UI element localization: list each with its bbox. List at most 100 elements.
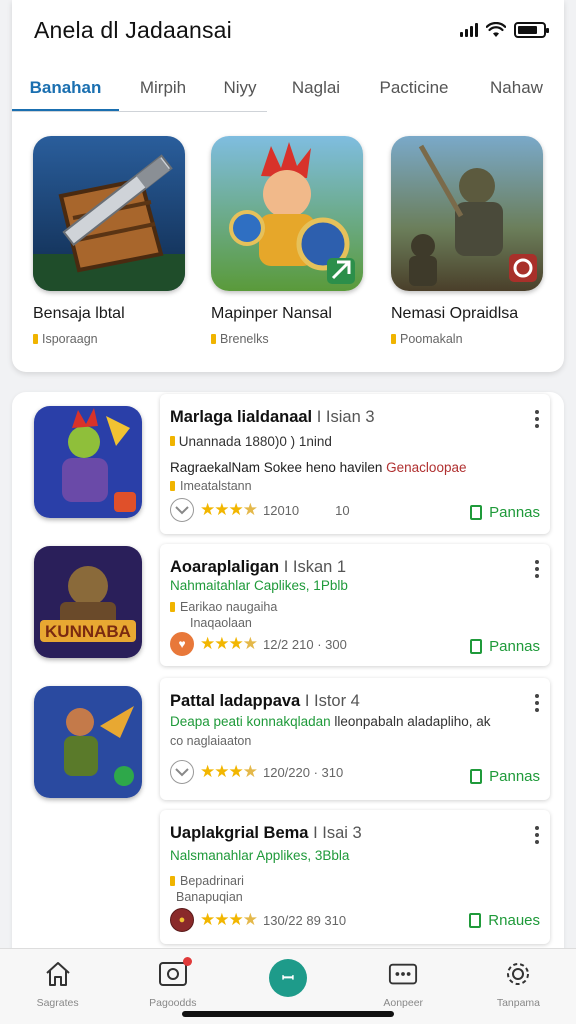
app-tag: Earikao naugaiha xyxy=(170,600,277,614)
app-description: co naglaiaaton xyxy=(170,734,252,748)
home-indicator xyxy=(182,1011,394,1017)
app-tag: Imeatalstann xyxy=(170,479,252,493)
app-title: Marlaga lialdanaal I Isian 3 xyxy=(170,408,375,426)
featured-name: Mapinper Nansal xyxy=(211,305,332,322)
signal-icon xyxy=(460,23,478,37)
app-list: Marlaga lialdanaal I Isian 3 Unannada 18… xyxy=(12,392,564,952)
featured-row: Bensaja lbtal Isporaagn Mapinper Nansal … xyxy=(0,136,576,356)
star-rating: ★★★★ xyxy=(200,762,258,781)
rating-count: 12/2 210 · 300 xyxy=(262,636,347,652)
tag-icon xyxy=(211,334,216,344)
app-card[interactable]: Aoaraplaligan I Iskan 1 Nahmaitahlar Cap… xyxy=(160,544,550,666)
home-icon xyxy=(43,959,73,989)
app-card[interactable]: Uaplakgrial Bema I Isai 3 Nalsmanahlar A… xyxy=(160,810,550,944)
save-button[interactable]: Pannas xyxy=(470,504,540,521)
kunnaba-title-art[interactable]: KUNNABA xyxy=(34,546,142,658)
app-subtag: Banapuqian xyxy=(176,890,243,904)
warrior-army-art xyxy=(391,136,543,291)
battery-icon xyxy=(514,22,549,38)
star-rating: ★★★★ xyxy=(200,910,258,929)
featured-sub-label: Isporaagn xyxy=(42,332,98,346)
featured-card[interactable]: Mapinper Nansal Brenelks xyxy=(211,136,371,346)
crate-sword-art xyxy=(33,136,185,291)
bookmark-icon xyxy=(470,639,483,654)
tab-nahaw[interactable]: Nahaw xyxy=(469,66,564,112)
avatar[interactable]: ● xyxy=(170,908,194,932)
app-meta: Deapa peati konnakqladan lleonpabaln ala… xyxy=(170,714,491,729)
more-options-icon[interactable] xyxy=(534,410,540,428)
tab-banahan[interactable]: Banahan xyxy=(12,66,119,112)
rating-row: ★★★★ 120/220 · 310 xyxy=(170,760,343,784)
bookmark-icon xyxy=(469,913,482,928)
tag-icon xyxy=(170,876,175,886)
center-action-icon: ꟷ xyxy=(269,959,307,997)
check-circle-icon[interactable] xyxy=(170,498,194,522)
app-title: Uaplakgrial Bema I Isai 3 xyxy=(170,824,362,842)
featured-card[interactable]: Nemasi Opraidlsa Poomakaln xyxy=(391,136,551,346)
tab-mirpih[interactable]: Mirpih xyxy=(119,66,207,112)
tag-icon xyxy=(170,481,175,491)
star-rating: ★★★★ xyxy=(200,500,258,519)
notification-badge xyxy=(182,957,192,966)
nav-label: Tanpama xyxy=(496,997,541,1009)
status-icons xyxy=(460,22,549,38)
svg-text:KUNNABA: KUNNABA xyxy=(45,622,131,641)
wifi-icon xyxy=(486,22,506,37)
featured-sub: Poomakaln xyxy=(391,332,551,346)
featured-name: Nemasi Opraidlsa xyxy=(391,305,519,322)
bookmark-icon xyxy=(470,505,483,520)
featured-sub-label: Brenelks xyxy=(220,332,269,346)
save-button[interactable]: Pannas xyxy=(470,638,540,655)
more-options-icon[interactable] xyxy=(534,560,540,578)
chat-icon xyxy=(388,959,418,989)
tag-icon xyxy=(391,334,396,344)
tag-icon xyxy=(170,436,175,446)
tab-naglai[interactable]: Naglai xyxy=(273,66,359,112)
hero-shield-art xyxy=(211,136,363,291)
nav-label: Sagrates xyxy=(36,997,79,1009)
app-card[interactable]: Marlaga lialdanaal I Isian 3 Unannada 18… xyxy=(160,394,550,534)
tag-icon xyxy=(170,602,175,612)
star-rating: ★★★★ xyxy=(200,634,258,653)
app-tag: Bepadrinari xyxy=(170,874,244,888)
app-title: Anela dl Jadaansai xyxy=(34,16,232,43)
rating-count: 130/22 89 310 xyxy=(262,912,347,928)
rating-row: ♥ ★★★★ 12/2 210 · 300 xyxy=(170,632,347,656)
nav-item-settings[interactable]: Tanpama xyxy=(461,949,576,1024)
more-options-icon[interactable] xyxy=(534,826,540,844)
rating-row: ● ★★★★ 130/22 89 310 xyxy=(170,908,346,932)
save-button[interactable]: Rnaues xyxy=(469,912,540,929)
tab-pacticine[interactable]: Pacticine xyxy=(359,66,469,112)
app-meta: Nalsmanahlar Applikes, 3Bbla xyxy=(170,848,350,863)
more-options-icon[interactable] xyxy=(534,694,540,712)
featured-sub: Brenelks xyxy=(211,332,371,346)
rating-count: 120/220 · 310 xyxy=(262,764,344,780)
rating-row: ★★★★ 12010 10 xyxy=(170,498,350,522)
rating-count: 12010 xyxy=(262,502,300,518)
app-subtag: Inaqaolaan xyxy=(190,616,252,630)
tag-icon xyxy=(33,334,38,344)
featured-sub-label: Poomakaln xyxy=(400,332,463,346)
ranger-battle-art[interactable] xyxy=(34,686,142,798)
check-circle-icon[interactable] xyxy=(170,760,194,784)
bookmark-icon xyxy=(470,769,483,784)
app-meta: Unannada 1880)0 ) 1nind xyxy=(170,434,332,449)
armored-hero-art[interactable] xyxy=(34,406,142,518)
nav-label: Pagoodds xyxy=(149,997,197,1009)
header-bar: Anela dl Jadaansai xyxy=(0,0,576,60)
heart-icon[interactable]: ♥ xyxy=(170,632,194,656)
library-icon xyxy=(158,957,192,989)
nav-label: Aonpeer xyxy=(383,997,424,1009)
featured-card[interactable]: Bensaja lbtal Isporaagn xyxy=(33,136,193,346)
category-tabs: Banahan Mirpih Niyy Naglai Pacticine Nah… xyxy=(12,66,564,112)
nav-item-home[interactable]: Sagrates xyxy=(0,949,115,1024)
app-meta: Nahmaitahlar Caplikes, 1Pblb xyxy=(170,578,348,593)
tab-niyy[interactable]: Niyy xyxy=(207,66,273,112)
app-title: Pattal ladappava I Istor 4 xyxy=(170,692,360,710)
featured-name: Bensaja lbtal xyxy=(33,305,125,322)
app-card[interactable]: Pattal ladappava I Istor 4 Deapa peati k… xyxy=(160,678,550,800)
app-description: RagraekalNam Sokee heno havilen Genacloo… xyxy=(170,460,467,475)
tabs-divider xyxy=(12,111,267,112)
save-button[interactable]: Pannas xyxy=(470,768,540,785)
featured-sub: Isporaagn xyxy=(33,332,193,346)
